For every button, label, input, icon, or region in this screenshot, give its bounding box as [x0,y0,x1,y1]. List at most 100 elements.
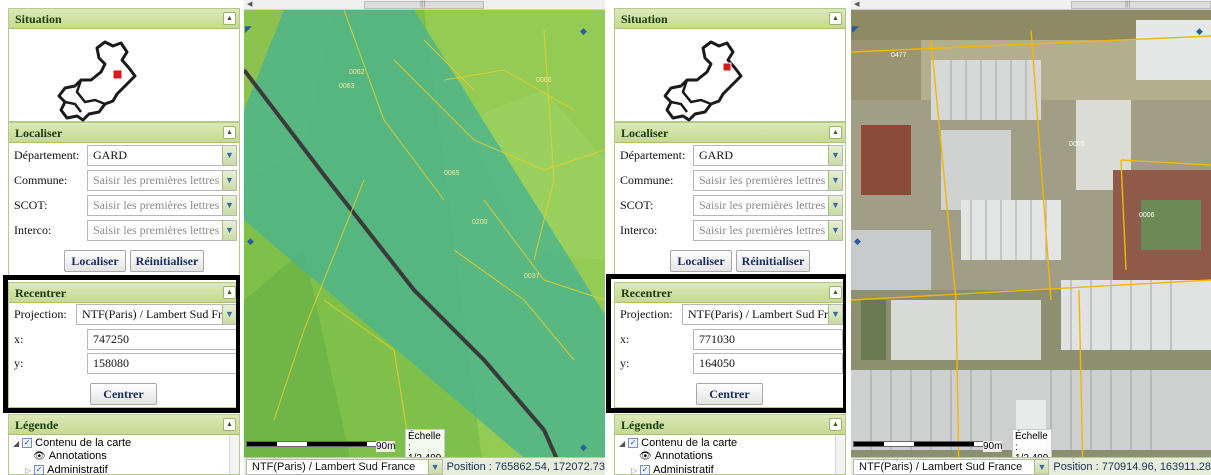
scale-distance: 90m [376,441,396,452]
interco-input[interactable]: Saisir les premières lettres ▼ [693,219,843,241]
legende-panel: Légende ▲ ◢ ✓ Contenu de la carte 👁 Anno… [614,414,846,475]
centrer-button[interactable]: Centrer [696,383,763,405]
scale-bar [246,441,394,447]
situation-header[interactable]: Situation ▲ [9,9,239,29]
chevron-left-icon[interactable]: ◀ [854,0,859,9]
legende-header[interactable]: Légende ▲ [615,415,845,435]
parcel-label: 0200 [472,219,488,226]
chevron-down-icon[interactable]: ▼ [427,459,442,474]
chevron-down-icon[interactable]: ▼ [222,304,236,324]
scrollbar-thumb[interactable] [1071,1,1211,9]
legend-scrollbar[interactable] [835,435,845,474]
collapse-up-icon[interactable]: ▲ [829,286,842,299]
legend-item[interactable]: ◢ ✓ Contenu de la carte [13,437,131,449]
collapse-up-icon[interactable]: ▲ [829,12,842,25]
checkbox[interactable]: ✓ [34,465,45,475]
scot-placeholder: Saisir les premières lettres [93,197,220,212]
map-horizontal-scrollbar[interactable]: ◀ ||| [244,0,605,10]
panel-title: Légende [15,418,59,432]
projection-footer-select[interactable]: NTF(Paris) / Lambert Sud France ▼ [246,458,443,475]
map-view[interactable]: 0477 0005 0006 ◀ ||| ◤ ◆ ◆ 90m Échelle :… [851,0,1211,475]
collapse-up-icon[interactable]: ▲ [223,126,236,139]
chevron-down-icon[interactable]: ▼ [222,220,236,240]
sidebar: Situation ▲ Localiser ▲ Département: GAR… [0,0,240,475]
chevron-down-icon[interactable]: ▼ [828,170,842,190]
chevron-left-icon[interactable]: ◀ [247,0,252,9]
collapse-up-icon[interactable]: ▲ [829,418,842,431]
checkbox[interactable]: ✓ [628,438,639,448]
y-input[interactable]: 158080 [87,352,237,374]
centrer-button[interactable]: Centrer [90,383,157,405]
projection-select[interactable]: NTF(Paris) / Lambert Sud Fr ▼ [76,303,237,325]
scot-input[interactable]: Saisir les premières lettres ▼ [87,194,237,216]
map-horizontal-scrollbar[interactable]: ◀ ||| [851,0,1211,10]
commune-input[interactable]: Saisir les premières lettres ▼ [693,169,843,191]
eye-icon[interactable]: 👁 [639,451,652,462]
scale-distance: 90m [983,441,1003,452]
localiser-panel: Localiser ▲ Département: GARD ▼ Commune:… [614,122,846,276]
collapse-up-icon[interactable]: ▲ [223,12,236,25]
situation-header[interactable]: Situation ▲ [615,9,845,29]
interco-input[interactable]: Saisir les premières lettres ▼ [87,219,237,241]
legend-item[interactable]: 👁 Annotations [639,450,713,462]
chevron-down-icon[interactable]: ▼ [828,145,842,165]
projection-label: Projection: [620,306,673,321]
commune-input[interactable]: Saisir les premières lettres ▼ [87,169,237,191]
departement-select[interactable]: GARD ▼ [87,144,237,166]
departement-row: Département: GARD ▼ [11,144,237,166]
situation-panel: Situation ▲ [614,8,846,122]
scot-input[interactable]: Saisir les premières lettres ▼ [693,194,843,216]
x-input[interactable]: 771030 [693,328,843,350]
chevron-down-icon[interactable]: ▼ [222,145,236,165]
map-canvas[interactable]: 0062 0063 0066 0065 0200 0037 [244,0,605,475]
collapse-up-icon[interactable]: ▲ [829,126,842,139]
recentrer-header[interactable]: Recentrer ▲ [615,283,845,303]
situation-panel: Situation ▲ [8,8,240,122]
chevron-down-icon[interactable]: ▼ [222,170,236,190]
compass-icon: ◆ [580,26,587,36]
interco-placeholder: Saisir les premières lettres [699,222,826,237]
reinitialiser-button[interactable]: Réinitialiser [130,250,204,272]
eye-icon[interactable]: 👁 [33,451,46,462]
legend-scrollbar[interactable] [229,435,239,474]
cursor-position: Position : 770914.96, 163911.28 [1053,460,1211,473]
legend-item[interactable]: ▷ ✓ Administratif [25,464,108,475]
collapse-up-icon[interactable]: ▲ [223,286,236,299]
echelle-label: Échelle : [1015,431,1048,453]
chevron-down-icon[interactable]: ▼ [828,195,842,215]
legend-item[interactable]: 👁 Annotations [33,450,107,462]
chevron-down-icon[interactable]: ▼ [828,304,842,324]
checkbox[interactable]: ✓ [22,438,33,448]
sidebar: Situation ▲ Localiser ▲ Département: GAR… [606,0,846,475]
parcel-label: 0005 [1069,141,1085,148]
legend-item-label: Administratif [653,464,714,475]
collapse-up-icon[interactable]: ▲ [223,418,236,431]
map-view[interactable]: 0062 0063 0066 0065 0200 0037 ◀ ||| ◤ ◆ … [244,0,605,475]
commune-row: Commune: Saisir les premières lettres ▼ [617,169,843,191]
panel-title: Situation [621,12,668,26]
localiser-button[interactable]: Localiser [64,250,126,272]
chevron-down-icon[interactable]: ▼ [222,195,236,215]
projection-label: Projection: [14,306,67,321]
legend-item[interactable]: ◢ ✓ Contenu de la carte [619,437,737,449]
scale-segment [914,442,974,446]
recentrer-header[interactable]: Recentrer ▲ [9,283,239,303]
map-canvas[interactable]: 0477 0005 0006 [851,0,1211,475]
x-input[interactable]: 747250 [87,328,237,350]
y-input[interactable]: 164050 [693,352,843,374]
chevron-down-icon[interactable]: ▼ [828,220,842,240]
screenshot-left: Situation ▲ Localiser ▲ Département: GAR… [0,0,605,475]
reinitialiser-button[interactable]: Réinitialiser [736,250,810,272]
legend-item[interactable]: ▷ ✓ Administratif [631,464,714,475]
projection-select[interactable]: NTF(Paris) / Lambert Sud Fr ▼ [682,303,843,325]
legende-header[interactable]: Légende ▲ [9,415,239,435]
localiser-button[interactable]: Localiser [670,250,732,272]
departement-select[interactable]: GARD ▼ [693,144,843,166]
compass-icon: ◤ [852,24,859,34]
projection-footer-select[interactable]: NTF(Paris) / Lambert Sud France ▼ [853,458,1050,475]
chevron-down-icon[interactable]: ▼ [1034,459,1049,474]
checkbox[interactable]: ✓ [640,465,651,475]
localiser-header[interactable]: Localiser ▲ [9,123,239,143]
localiser-header[interactable]: Localiser ▲ [615,123,845,143]
parcel-label: 0066 [536,77,552,84]
